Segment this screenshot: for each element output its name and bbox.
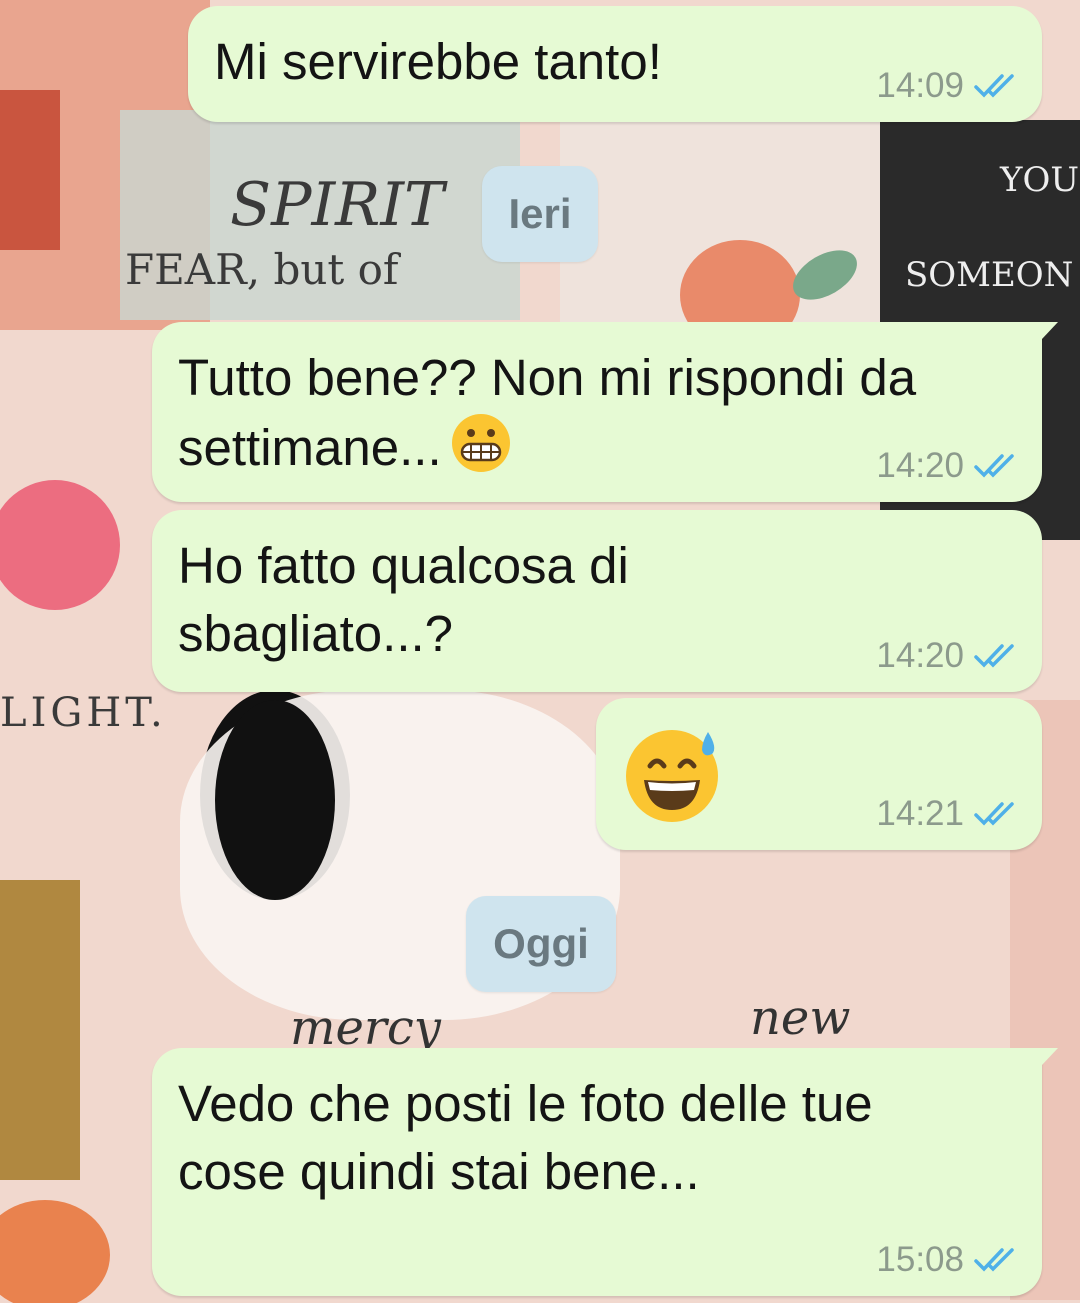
read-receipt-icon (974, 642, 1018, 670)
read-receipt-icon (974, 1246, 1018, 1274)
message-meta: 15:08 (876, 1240, 1018, 1280)
read-receipt-icon (974, 72, 1018, 100)
wallpaper-spirit: SPIRIT (230, 170, 445, 240)
message-time: 14:20 (876, 636, 964, 675)
read-receipt-icon (974, 800, 1018, 828)
wallpaper-fear: FEAR, but of (125, 245, 399, 294)
message-time: 15:08 (876, 1240, 964, 1279)
wallpaper-someone: SOMEON (905, 255, 1074, 295)
outgoing-message[interactable]: Vedo che posti le foto delle tue cose qu… (152, 1048, 1058, 1296)
message-text: Vedo che posti le foto delle tue cose qu… (178, 1075, 873, 1200)
wallpaper-light: LIGHT. (0, 690, 167, 736)
message-meta: 14:09 (876, 66, 1018, 106)
bubble-tail (1026, 1048, 1058, 1082)
read-receipt-icon (974, 452, 1018, 480)
date-separator: Ieri (482, 166, 598, 262)
wallpaper-orange-blob (0, 1200, 110, 1303)
grinning-face-with-sweat-icon (622, 724, 722, 829)
outgoing-message[interactable]: 14:21 (596, 698, 1042, 850)
wallpaper-gold-block (0, 880, 80, 1180)
message-text-content: Tutto bene?? Non mi rispondi da settiman… (178, 349, 917, 476)
wallpaper-red-stripe (0, 90, 60, 250)
wallpaper-handwriting-2: new (750, 990, 851, 1046)
grimacing-face-icon (450, 412, 512, 491)
message-time: 14:09 (876, 66, 964, 105)
outgoing-message[interactable]: Mi servirebbe tanto! 14:09 (188, 6, 1042, 122)
wallpaper-cartoon-ear-front (215, 700, 335, 900)
date-separator: Oggi (466, 896, 616, 992)
message-time: 14:20 (876, 446, 964, 485)
outgoing-message[interactable]: Ho fatto qualcosa di sbagliato...? 14:20 (152, 510, 1042, 692)
message-meta: 14:20 (876, 446, 1018, 486)
message-time: 14:21 (876, 794, 964, 833)
message-meta: 14:20 (876, 636, 1018, 676)
bubble-tail (1026, 322, 1058, 356)
outgoing-message[interactable]: Tutto bene?? Non mi rispondi da settiman… (152, 322, 1058, 502)
message-meta: 14:21 (876, 794, 1018, 834)
wallpaper-you: YOU (1000, 160, 1079, 200)
wallpaper-pink-circle (0, 480, 120, 610)
message-text: Ho fatto qualcosa di sbagliato...? (178, 537, 629, 662)
